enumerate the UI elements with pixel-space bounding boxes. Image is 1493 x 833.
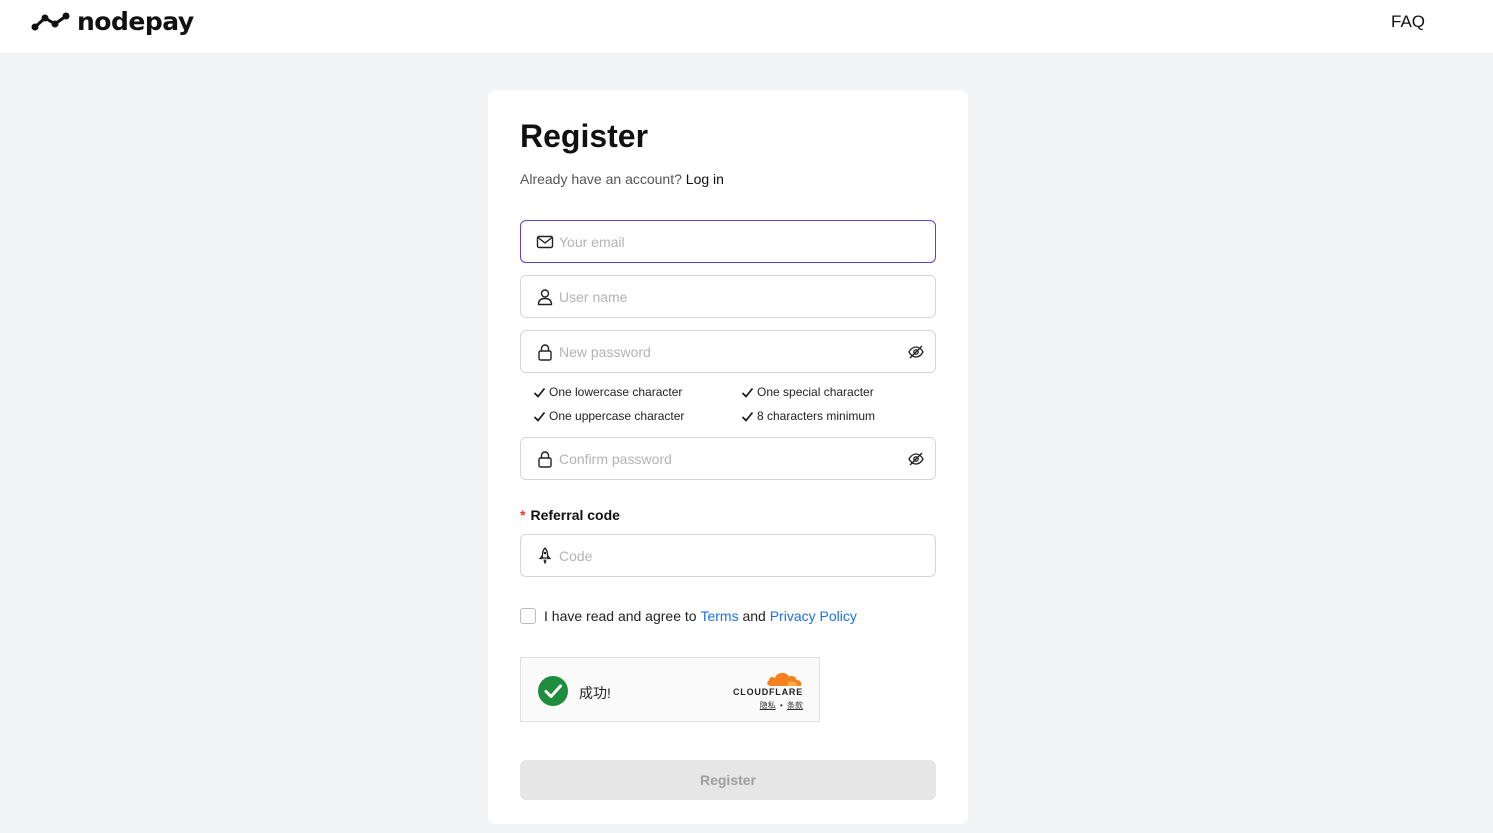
login-link[interactable]: Log in xyxy=(686,171,724,187)
eye-off-icon[interactable] xyxy=(908,344,924,360)
privacy-policy-link[interactable]: Privacy Policy xyxy=(770,608,857,624)
top-navbar: nodepay FAQ xyxy=(0,0,1493,53)
lock-icon xyxy=(538,344,552,361)
check-icon xyxy=(741,411,754,422)
cloudflare-logo-icon xyxy=(767,672,802,686)
new-password-input[interactable] xyxy=(559,341,889,363)
check-icon xyxy=(741,387,754,398)
register-card: Register Already have an account? Log in xyxy=(488,90,968,824)
referral-label: * Referral code xyxy=(520,507,620,523)
agree-checkbox[interactable] xyxy=(520,608,536,624)
referral-field[interactable] xyxy=(520,534,936,577)
captcha-status: 成功! xyxy=(579,685,611,701)
email-field[interactable] xyxy=(520,220,936,263)
rule-lowercase-text: One lowercase character xyxy=(549,385,683,399)
rocket-icon xyxy=(538,547,552,564)
agree-text: I have read and agree to xyxy=(544,608,697,624)
rule-uppercase-text: One uppercase character xyxy=(549,409,685,423)
lock-icon xyxy=(538,451,552,468)
rule-min-length: 8 characters minimum xyxy=(741,409,875,423)
agree-and-text: and xyxy=(742,608,766,624)
rule-special: One special character xyxy=(741,385,874,399)
rule-special-text: One special character xyxy=(757,385,874,399)
register-button[interactable]: Register xyxy=(520,760,936,800)
rule-lowercase: One lowercase character xyxy=(533,385,682,399)
required-mark: * xyxy=(520,507,526,523)
mail-icon xyxy=(536,235,554,249)
login-prompt: Already have an account? Log in xyxy=(520,171,724,187)
rule-uppercase: One uppercase character xyxy=(533,409,684,423)
username-field[interactable] xyxy=(520,275,936,318)
captcha-privacy-link[interactable]: 隐私 xyxy=(760,701,776,710)
email-input[interactable] xyxy=(559,231,889,253)
agree-terms-row: I have read and agree to Terms and Priva… xyxy=(520,608,857,624)
check-icon xyxy=(533,411,546,422)
success-check-icon xyxy=(538,676,568,706)
referral-code-input[interactable] xyxy=(559,545,889,567)
check-icon xyxy=(533,387,546,398)
captcha-terms-link[interactable]: 条款 xyxy=(787,701,803,710)
rule-min-length-text: 8 characters minimum xyxy=(757,409,876,423)
nodepay-logo[interactable]: nodepay xyxy=(31,6,194,36)
confirm-password-input[interactable] xyxy=(559,448,889,470)
eye-off-icon[interactable] xyxy=(908,451,924,467)
password-rules: One lowercase character One special char… xyxy=(533,385,933,435)
cloudflare-branding: CLOUDFLARE 隐私 • 条款 xyxy=(723,670,803,712)
username-input[interactable] xyxy=(559,286,889,308)
faq-link[interactable]: FAQ xyxy=(1391,12,1425,32)
captcha-link-separator: • xyxy=(779,701,783,710)
page-title: Register xyxy=(520,118,649,154)
confirm-password-field[interactable] xyxy=(520,437,936,480)
login-prompt-text: Already have an account? xyxy=(520,171,686,187)
referral-label-text: Referral code xyxy=(530,507,620,523)
captcha-links: 隐私 • 条款 xyxy=(760,700,803,711)
new-password-field[interactable] xyxy=(520,330,936,373)
user-icon xyxy=(537,289,553,306)
terms-link[interactable]: Terms xyxy=(700,608,738,624)
cloudflare-brand-text: CLOUDFLARE xyxy=(733,687,803,697)
cloudflare-turnstile-widget[interactable]: 成功! CLOUDFLARE 隐私 • 条款 xyxy=(520,657,820,722)
brand-name: nodepay xyxy=(77,6,194,36)
nodepay-logo-icon xyxy=(31,12,70,31)
